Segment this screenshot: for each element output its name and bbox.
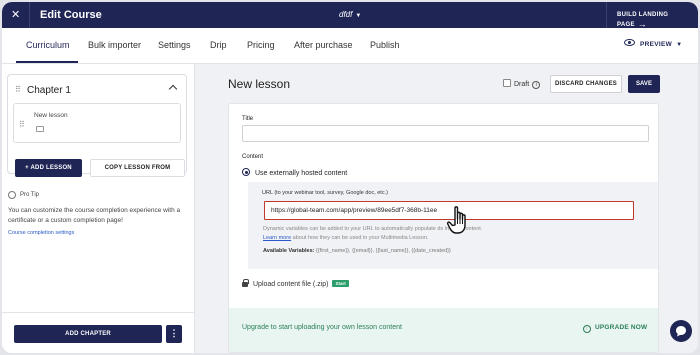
add-chapter-button[interactable]: ADD CHAPTER	[14, 325, 162, 343]
page-title: Edit Course	[40, 9, 102, 21]
add-lesson-button[interactable]: + ADD LESSON	[15, 159, 82, 177]
url-value: https://global-team.com/app/preview/89ee…	[271, 207, 438, 214]
chevron-down-icon: ▼	[355, 13, 362, 19]
chapter-card: ⠿ Chapter 1 ⠿ New lesson + ADD LESSON CO…	[7, 74, 187, 177]
protip-text: You can customize the course completion …	[8, 207, 181, 224]
lesson-form: Title Content Use externally hosted cont…	[228, 103, 659, 353]
tab-curriculum[interactable]: Curriculum	[26, 40, 70, 50]
tab-bar: Curriculum Bulk importer Settings Drip P…	[2, 28, 698, 64]
discard-changes-button[interactable]: DISCARD CHANGES	[550, 75, 622, 93]
eye-icon	[624, 39, 635, 46]
tab-after-purchase[interactable]: After purchase	[294, 40, 353, 50]
tab-drip[interactable]: Drip	[210, 40, 227, 50]
available-variables: Available Variables: {{first_name}}, {{e…	[263, 248, 451, 254]
drag-handle-icon[interactable]: ⠿	[19, 120, 25, 129]
available-variables-list: {{first_name}}, {{email}}, {{last_name}}…	[314, 248, 451, 254]
lesson-heading: New lesson	[228, 77, 291, 91]
sidebar-footer: ADD CHAPTER ⋮	[2, 312, 194, 353]
chat-icon	[676, 326, 686, 337]
learn-more-text: Learn more about how they can be used in…	[263, 235, 428, 241]
chat-support-button[interactable]	[670, 320, 692, 342]
lightbulb-icon	[8, 191, 16, 199]
radio-label: Use externally hosted content	[255, 170, 348, 177]
lock-icon	[242, 279, 249, 287]
divider	[606, 2, 607, 28]
save-button[interactable]: SAVE	[628, 75, 660, 93]
chevron-up-icon[interactable]	[168, 84, 178, 94]
top-bar: ✕ Edit Course dfdf ▼ BUILD LANDING PAGE →	[2, 2, 698, 29]
hand-cursor-icon	[447, 206, 466, 234]
active-tab-indicator	[16, 61, 78, 63]
multimedia-icon	[36, 126, 44, 132]
close-icon[interactable]: ✕	[11, 8, 20, 21]
upload-content-option: Upload content file (.zip) Start	[242, 279, 349, 288]
learn-more-rest: about how they can be used in your Multi…	[291, 235, 429, 241]
upgrade-banner: Upgrade to start uploading your own less…	[229, 308, 658, 352]
tab-bulk-importer[interactable]: Bulk importer	[88, 40, 141, 50]
build-landing-page-button[interactable]: BUILD LANDING PAGE →	[617, 12, 698, 29]
course-selector[interactable]: dfdf ▼	[339, 10, 361, 19]
content-label: Content	[242, 154, 264, 160]
upgrade-text: Upgrade to start uploading your own less…	[242, 324, 402, 331]
lesson-item[interactable]: ⠿ New lesson	[13, 103, 181, 143]
draft-label: Draft	[514, 81, 530, 88]
drag-handle-icon[interactable]: ⠿	[15, 85, 21, 94]
info-icon[interactable]: i	[532, 81, 541, 89]
app-window: ✕ Edit Course dfdf ▼ BUILD LANDING PAGE → …	[2, 2, 698, 353]
course-completion-settings-link[interactable]: Course completion settings	[8, 230, 74, 236]
url-label: URL (to your webinar tool, survey, Googl…	[262, 190, 388, 196]
draft-checkbox[interactable]	[503, 79, 511, 87]
draft-toggle[interactable]: Draft i	[503, 79, 541, 89]
lesson-name: New lesson	[34, 112, 68, 119]
title-input[interactable]	[242, 125, 649, 142]
copy-lesson-from-button[interactable]: COPY LESSON FROM	[90, 159, 185, 177]
sidebar: ⠿ Chapter 1 ⠿ New lesson + ADD LESSON CO…	[2, 64, 195, 353]
external-content-radio[interactable]: Use externally hosted content	[242, 168, 347, 177]
protip-label: Pro Tip	[20, 192, 40, 198]
chevron-down-icon: ▼	[676, 42, 683, 48]
chapter-title[interactable]: Chapter 1	[27, 85, 71, 96]
start-badge: Start	[332, 280, 349, 287]
course-name: dfdf	[339, 10, 353, 19]
tab-publish[interactable]: Publish	[370, 40, 400, 50]
preview-label: PREVIEW	[640, 41, 673, 48]
title-label: Title	[242, 116, 254, 122]
more-options-button[interactable]: ⋮	[166, 325, 182, 343]
learn-more-link[interactable]: Learn more	[263, 235, 291, 241]
divider	[29, 2, 30, 28]
tab-settings[interactable]: Settings	[158, 40, 191, 50]
upgrade-now-button[interactable]: ↑ UPGRADE NOW	[583, 324, 647, 333]
upgrade-now-label: UPGRADE NOW	[595, 324, 648, 331]
upload-label: Upload content file (.zip)	[253, 281, 329, 288]
preview-button[interactable]: PREVIEW ▼	[624, 39, 683, 48]
upgrade-icon: ↑	[583, 325, 591, 333]
available-variables-label: Available Variables:	[263, 248, 315, 254]
radio-selected-icon	[242, 168, 250, 176]
tab-pricing[interactable]: Pricing	[247, 40, 275, 50]
